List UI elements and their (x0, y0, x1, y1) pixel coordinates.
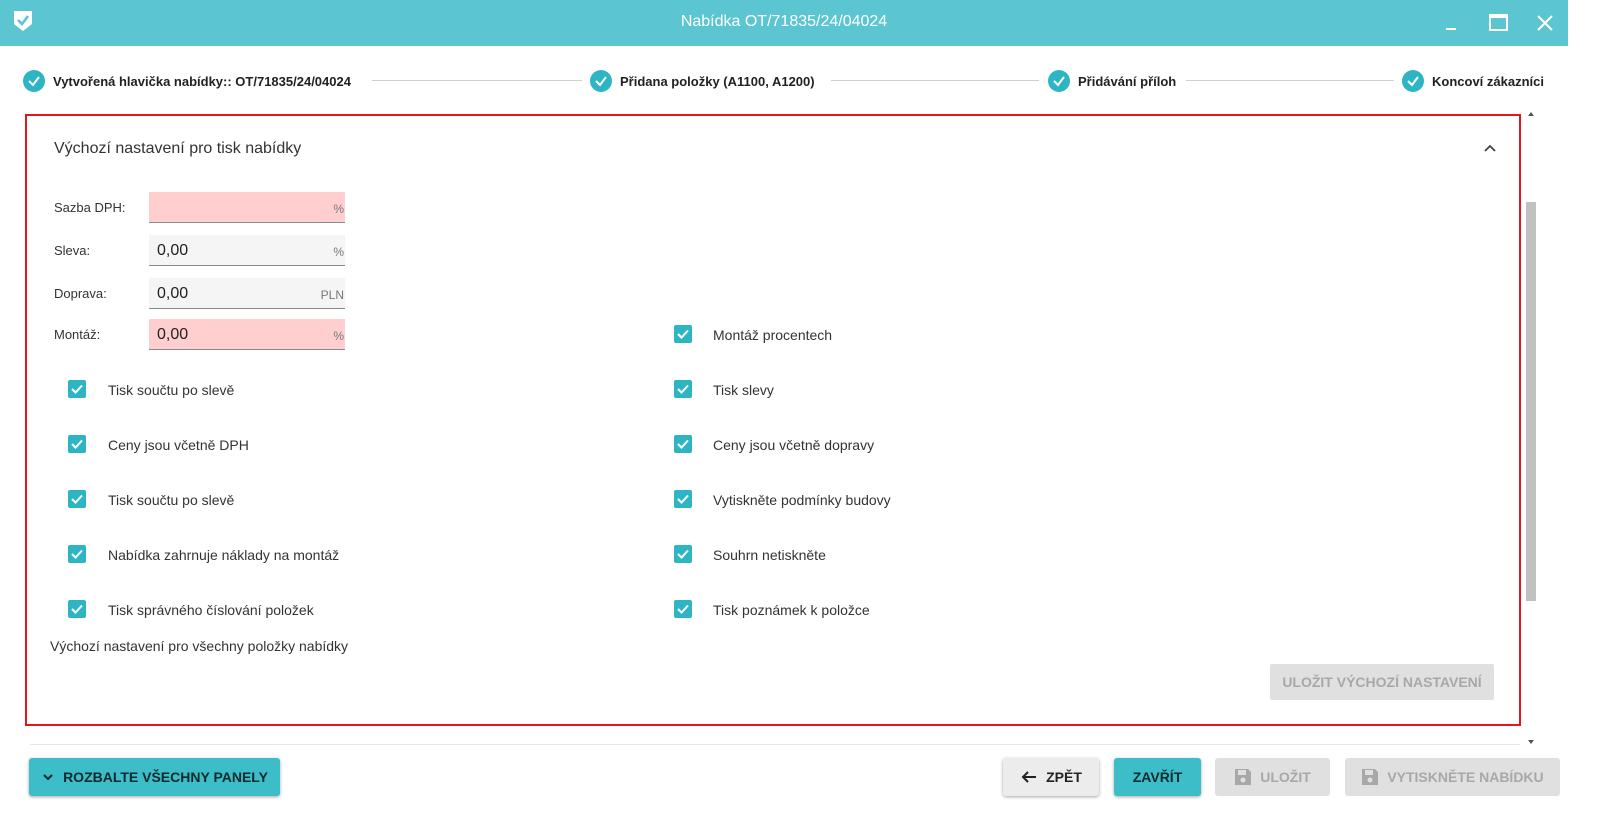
window-title: Nabídka OT/71835/24/04024 (680, 13, 888, 30)
discount-field[interactable]: 0,00 % (149, 235, 345, 266)
step-label: Koncoví zákazníci (1432, 73, 1544, 89)
step-label: Přidávání příloh (1078, 73, 1177, 89)
checkbox-label: Souhrn netiskněte (713, 547, 826, 563)
step-connector (831, 80, 1039, 81)
title-bar: Nabídka OT/71835/24/04024 (0, 0, 1568, 46)
button-label: ZAVŘÍT (1132, 769, 1183, 785)
step-customers[interactable]: Koncoví zákazníci (1402, 70, 1544, 92)
minimize-icon[interactable] (1440, 11, 1464, 35)
field-value: 0,00 (157, 326, 189, 343)
transport-label: Doprava: (54, 286, 107, 301)
field-unit: % (333, 245, 344, 259)
button-label: ZPĚT (1046, 769, 1082, 785)
panel-footer-text: Výchozí nastavení pro všechny položky na… (50, 638, 349, 654)
checkbox-label: Tisk součtu po slevě (108, 382, 235, 398)
divider (30, 744, 1520, 745)
prices-incl-vat-checkbox[interactable] (68, 435, 86, 453)
button-label: VYTISKNĚTE NABÍDKU (1387, 769, 1544, 785)
step-label: Vytvořená hlavička nabídky:: OT/71835/24… (53, 73, 351, 89)
panel-title: Výchozí nastavení pro tisk nabídky (54, 140, 302, 157)
expand-all-panels-button[interactable]: ROZBALTE VŠECHNY PANELY (29, 758, 280, 796)
step-attachments[interactable]: Přidávání příloh (1048, 70, 1176, 92)
step-header[interactable]: Vytvořená hlavička nabídky:: OT/71835/24… (23, 70, 351, 92)
print-offer-button[interactable]: VYTISKNĚTE NABÍDKU (1345, 758, 1560, 796)
checkbox-label: Nabídka zahrnuje náklady na montáž (108, 547, 340, 563)
step-items[interactable]: Přidana položky (A1100, A1200) (590, 70, 815, 92)
back-button[interactable]: ZPĚT (1003, 758, 1099, 796)
check-circle-icon (23, 70, 45, 92)
checkbox-label: Montáž procentech (713, 327, 833, 343)
check-circle-icon (590, 70, 612, 92)
do-not-print-summary-checkbox[interactable] (674, 545, 692, 563)
assembly-percent-checkbox[interactable] (674, 325, 692, 343)
close-button[interactable]: ZAVŘÍT (1114, 758, 1201, 796)
close-icon[interactable] (1533, 11, 1557, 35)
check-circle-icon (1048, 70, 1070, 92)
checkbox-label: Tisk součtu po slevě (108, 492, 235, 508)
vat-rate-field[interactable]: % (149, 192, 345, 223)
step-connector (1186, 80, 1394, 81)
assembly-field[interactable]: 0,00 % (149, 319, 345, 350)
checkbox-label: Vytiskněte podmínky budovy (713, 492, 891, 508)
print-item-notes-checkbox[interactable] (674, 600, 692, 618)
includes-assembly-costs-checkbox[interactable] (68, 545, 86, 563)
button-label: ULOŽIT (1260, 769, 1311, 785)
print-discount-checkbox[interactable] (674, 380, 692, 398)
checkbox-label: Tisk poznámek k položce (713, 602, 870, 618)
checkbox-label: Tisk správného číslování položek (108, 602, 314, 618)
scrollbar-thumb[interactable] (1526, 202, 1536, 601)
floppy-disk-icon (1234, 768, 1252, 786)
button-label: ROZBALTE VŠECHNY PANELY (63, 769, 268, 785)
assembly-label: Montáž: (54, 327, 101, 342)
print-total-after-discount-checkbox[interactable] (68, 380, 86, 398)
check-circle-icon (1402, 70, 1424, 92)
transport-field[interactable]: 0,00 PLN (149, 278, 345, 309)
print-item-numbering-checkbox[interactable] (68, 600, 86, 618)
print-settings-panel: Výchozí nastavení pro tisk nabídky Sazba… (25, 114, 1521, 726)
chevron-down-icon (41, 770, 55, 784)
checkbox-label: Tisk slevy (713, 382, 774, 398)
print-building-conditions-checkbox[interactable] (674, 490, 692, 508)
field-unit: PLN (320, 288, 344, 302)
maximize-icon[interactable] (1487, 11, 1511, 35)
field-value: 0,00 (157, 285, 189, 302)
step-connector (372, 80, 582, 81)
prices-incl-transport-checkbox[interactable] (674, 435, 692, 453)
floppy-disk-icon (1361, 768, 1379, 786)
field-value: 0,00 (157, 242, 189, 259)
vat-rate-label: Sazba DPH: (54, 200, 126, 215)
step-label: Přidana položky (A1100, A1200) (620, 73, 815, 89)
save-defaults-button[interactable]: ULOŽIT VÝCHOZÍ NASTAVENÍ (1270, 664, 1494, 700)
field-unit: % (333, 329, 344, 343)
discount-label: Sleva: (54, 243, 91, 258)
field-unit: % (333, 202, 344, 216)
save-button[interactable]: ULOŽIT (1215, 758, 1330, 796)
print-total-after-discount-2-checkbox[interactable] (68, 490, 86, 508)
chevron-up-icon[interactable] (1482, 140, 1498, 156)
checkbox-label: Ceny jsou včetně DPH (108, 437, 249, 453)
arrow-left-icon (1020, 769, 1038, 785)
checkbox-label: Ceny jsou včetně dopravy (713, 437, 875, 453)
stepper: Vytvořená hlavička nabídky:: OT/71835/24… (0, 58, 1568, 104)
